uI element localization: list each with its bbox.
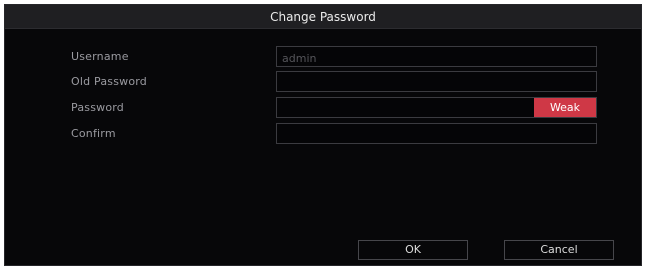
old-password-field[interactable] <box>276 71 597 93</box>
username-label: Username <box>71 50 129 63</box>
old-password-input[interactable] <box>277 74 596 93</box>
change-password-dialog: Change Password Username Old Password Pa… <box>4 4 642 266</box>
confirm-password-input[interactable] <box>277 126 596 145</box>
password-label: Password <box>71 101 124 114</box>
username-field <box>276 46 597 68</box>
cancel-button[interactable]: Cancel <box>504 240 614 260</box>
confirm-label: Confirm <box>71 127 116 140</box>
password-strength-badge: Weak <box>534 98 596 117</box>
ok-button[interactable]: OK <box>358 240 468 260</box>
password-field[interactable]: Weak <box>276 97 597 119</box>
dialog-title: Change Password <box>270 10 376 24</box>
username-input <box>277 49 596 68</box>
confirm-field[interactable] <box>276 123 597 145</box>
dialog-title-bar: Change Password <box>5 5 641 29</box>
old-password-label: Old Password <box>71 75 147 88</box>
